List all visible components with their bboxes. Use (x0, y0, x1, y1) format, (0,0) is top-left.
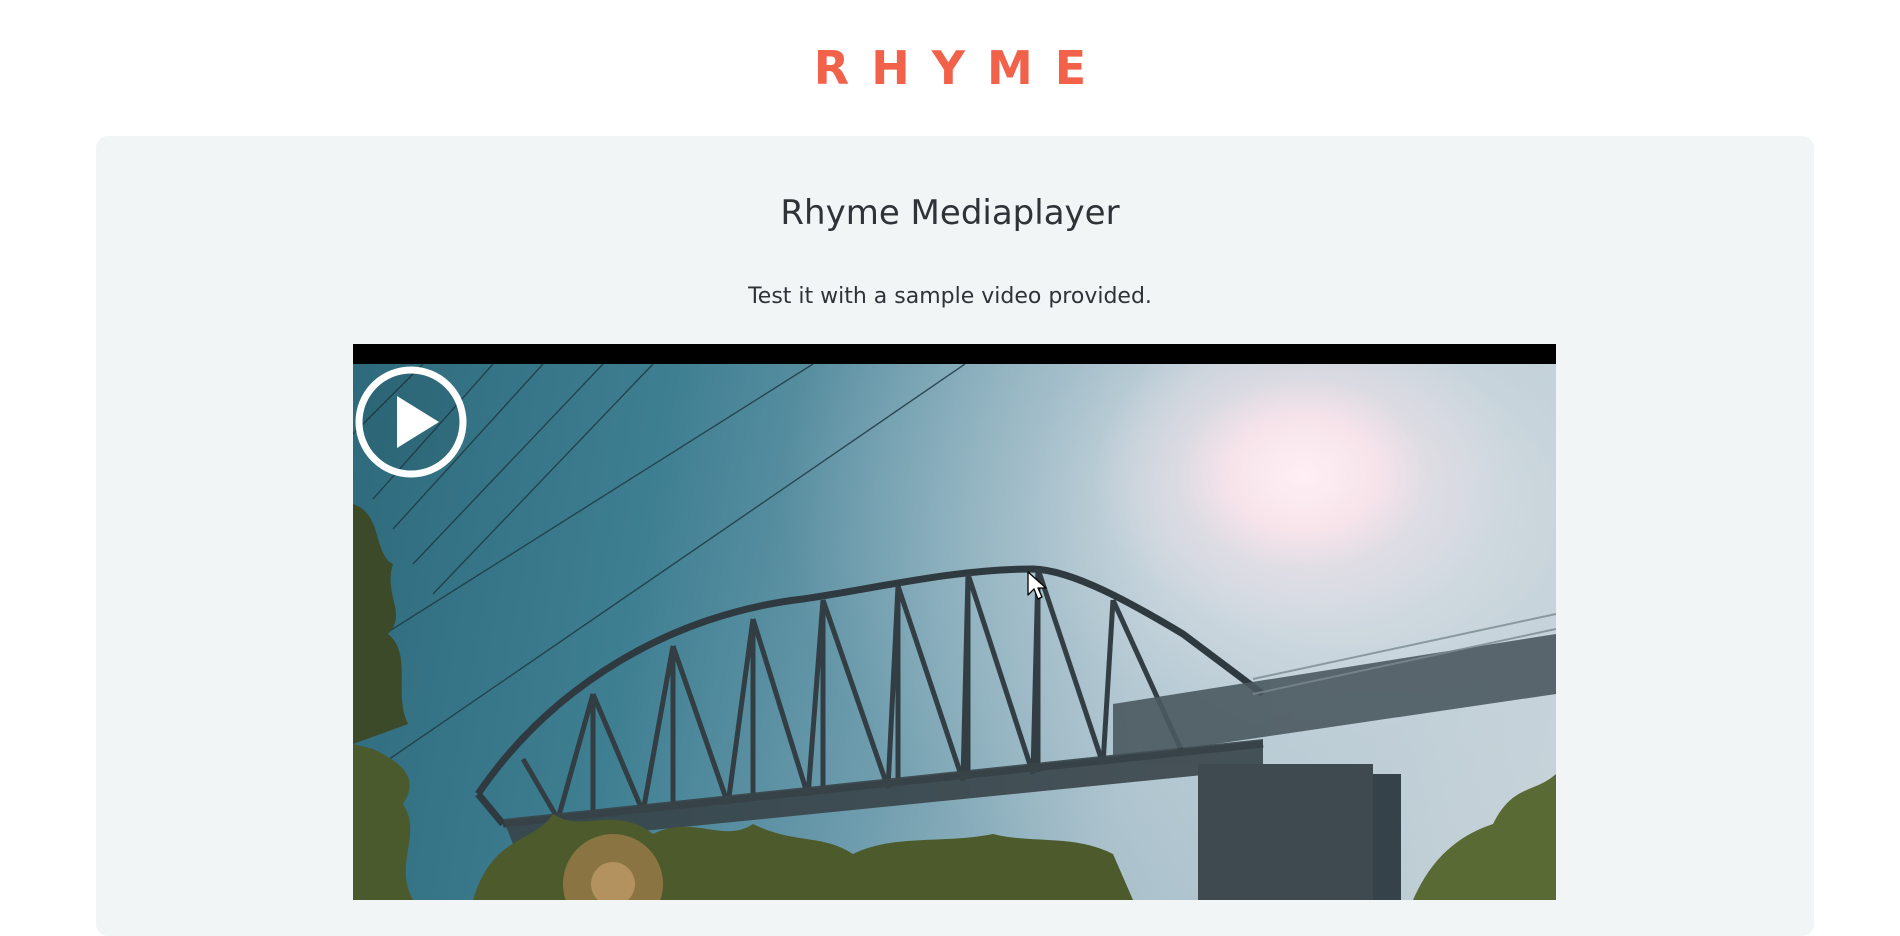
video-frame[interactable] (353, 364, 1556, 900)
page-subtitle: Test it with a sample video provided. (748, 284, 1152, 309)
rhyme-logo[interactable]: RHYME (814, 45, 1108, 91)
page-title: Rhyme Mediaplayer (780, 193, 1120, 233)
header: RHYME (0, 0, 1900, 136)
video-player[interactable] (353, 344, 1556, 900)
play-icon[interactable] (353, 364, 469, 480)
mouse-cursor-icon (1027, 571, 1047, 600)
video-poster-image (353, 364, 1556, 900)
